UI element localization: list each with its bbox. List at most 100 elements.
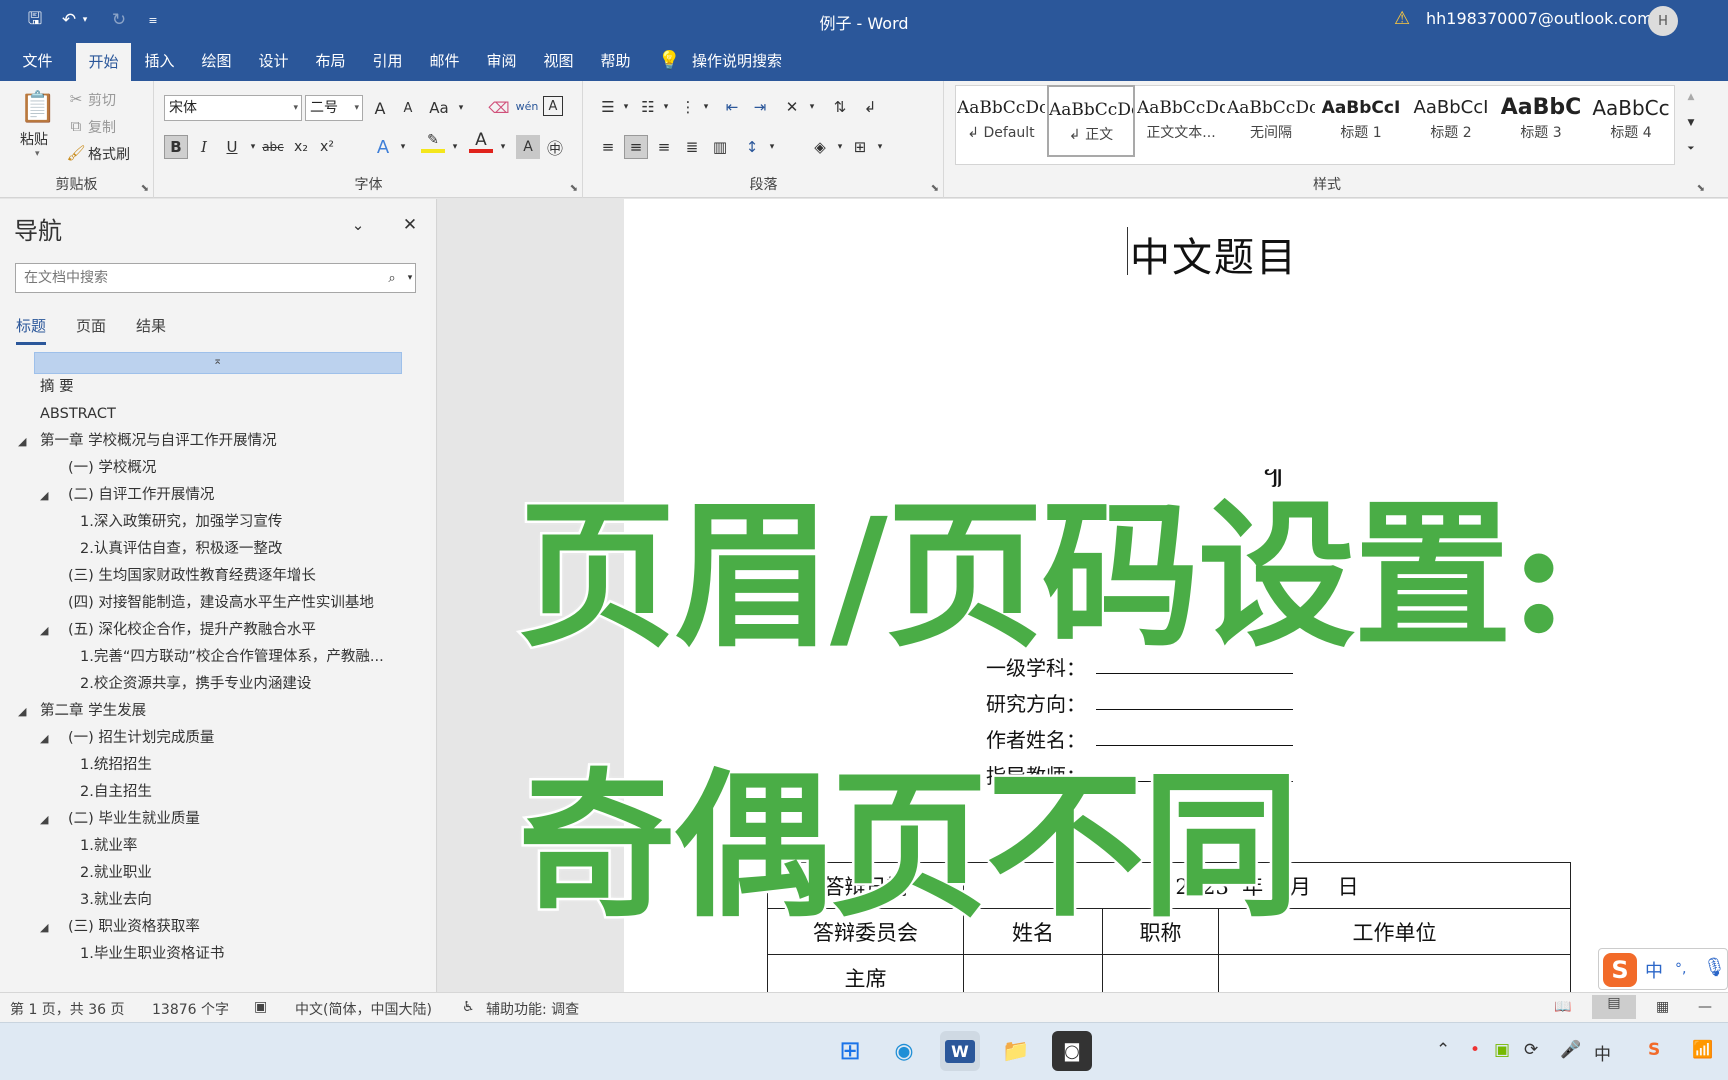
file-explorer-icon[interactable]: 📁 (996, 1031, 1036, 1071)
sync-icon[interactable]: ⟳ (1524, 1040, 1538, 1060)
cut-button[interactable]: 剪切 (88, 90, 116, 110)
grow-font-icon[interactable]: A (368, 96, 392, 120)
numbering-dropdown-icon[interactable]: ▾ (654, 95, 678, 119)
print-layout-icon[interactable]: ▤ (1592, 995, 1636, 1019)
proofing-icon[interactable]: ▣ (254, 999, 267, 1015)
phonetic-guide-icon[interactable]: wén (515, 94, 539, 118)
font-color-dropdown-icon[interactable]: ▾ (491, 135, 515, 159)
expand-triangle-icon[interactable]: ◢ (40, 482, 48, 509)
close-icon[interactable]: ✕ (398, 213, 422, 237)
nav-heading-item[interactable]: 1.统招招生 (0, 752, 430, 779)
font-name-box[interactable]: 宋体 ▾ (164, 95, 302, 121)
font-color-icon[interactable]: A (469, 130, 493, 153)
copy-button[interactable]: 复制 (88, 117, 116, 137)
bold-icon[interactable]: B (164, 135, 188, 159)
nav-tab-results[interactable]: 结果 (136, 315, 166, 336)
expand-triangle-icon[interactable]: ◢ (40, 914, 48, 941)
tab-view[interactable]: 视图 (531, 41, 586, 81)
borders-dropdown-icon[interactable]: ▾ (868, 135, 892, 159)
nav-heading-item[interactable]: 2.自主招生 (0, 779, 430, 806)
ime-lang[interactable]: 中 (1645, 957, 1663, 983)
sort-icon[interactable]: ⇅ (828, 95, 852, 119)
sogou-tray-icon[interactable]: S (1648, 1040, 1660, 1060)
nav-options-chevron-icon[interactable]: ⌄ (346, 213, 370, 237)
align-center-icon[interactable]: ≡ (624, 135, 648, 159)
edge-browser-icon[interactable]: ◉ (884, 1031, 924, 1071)
nav-heading-item[interactable]: 1.毕业生职业资格证书 (0, 941, 430, 968)
tray-chevron-icon[interactable]: ⌃ (1436, 1040, 1450, 1060)
nav-heading-item[interactable]: 1.深入政策研究，加强学习宣传 (0, 509, 430, 536)
clipboard-launcher-icon[interactable]: ⬊ (141, 183, 149, 194)
nav-heading-item[interactable]: (四) 对接智能制造，建设高水平生产性实训基地 (0, 590, 430, 617)
nvidia-icon[interactable]: ▣ (1494, 1040, 1510, 1060)
strikethrough-icon[interactable]: abc (261, 135, 285, 159)
nav-heading-item[interactable]: 2.校企资源共享，携手专业内涵建设 (0, 671, 430, 698)
nav-heading-item[interactable]: 3.就业去向 (0, 887, 430, 914)
expand-triangle-icon[interactable]: ◢ (40, 806, 48, 833)
multilevel-dropdown-icon[interactable]: ▾ (694, 95, 718, 119)
nav-heading-item[interactable]: ◢ 第一章 学校概况与自评工作开展情况 (0, 428, 430, 455)
line-spacing-dropdown-icon[interactable]: ▾ (760, 135, 784, 159)
style-normal[interactable]: AaBbCcDc ↲ 正文 (1047, 85, 1135, 157)
style-heading-4[interactable]: AaBbCc 标题 4 (1587, 85, 1675, 157)
change-case-icon[interactable]: Aa (427, 96, 451, 120)
tab-insert[interactable]: 插入 (132, 41, 187, 81)
clear-format-icon[interactable]: ⌫ (487, 96, 511, 120)
style-heading-3[interactable]: AaBbC 标题 3 (1497, 85, 1585, 157)
italic-icon[interactable]: I (192, 135, 216, 159)
nav-heading-item[interactable]: ABSTRACT (0, 401, 430, 428)
web-layout-icon[interactable]: ▦ (1656, 999, 1669, 1015)
nav-tab-pages[interactable]: 页面 (76, 315, 106, 336)
tab-design[interactable]: 设计 (246, 41, 301, 81)
zoom-out-icon[interactable]: — (1698, 999, 1712, 1015)
font-name-dropdown-icon[interactable]: ▾ (293, 96, 298, 120)
show-marks-icon[interactable]: ↲ (858, 95, 882, 119)
enclose-characters-icon[interactable]: ㊥ (543, 135, 567, 159)
paste-button[interactable]: 粘贴 (20, 129, 48, 149)
style-no-spacing[interactable]: AaBbCcDc 无间隔 (1227, 85, 1315, 157)
nav-heading-item[interactable]: ◢ (五) 深化校企合作，提升产教融合水平 (0, 617, 430, 644)
bullets-dropdown-icon[interactable]: ▾ (614, 95, 638, 119)
field-research[interactable]: 研究方向： (986, 688, 1086, 717)
asian-layout-dropdown-icon[interactable]: ▾ (800, 95, 824, 119)
distributed-icon[interactable]: ▥ (708, 135, 732, 159)
wifi-icon[interactable]: 📶 (1692, 1040, 1713, 1060)
nav-heading-item[interactable]: ◢ (一) 招生计划完成质量 (0, 725, 430, 752)
tray-ime[interactable]: 中 (1594, 1040, 1611, 1065)
document-title[interactable]: 中文题目 (1130, 225, 1298, 283)
tab-help[interactable]: 帮助 (588, 41, 643, 81)
nav-heading-item[interactable]: (三) 生均国家财政性教育经费逐年增长 (0, 563, 430, 590)
align-left-icon[interactable]: ≡ (596, 135, 620, 159)
font-launcher-icon[interactable]: ⬊ (570, 183, 578, 194)
nav-heading-item[interactable]: ◢ (三) 职业资格获取率 (0, 914, 430, 941)
microphone-icon[interactable]: 🎙 (1703, 957, 1726, 978)
nav-heading-item[interactable]: ◢ 第二章 学生发展 (0, 698, 430, 725)
expand-triangle-icon[interactable]: ◢ (40, 725, 48, 752)
text-effects-dropdown-icon[interactable]: ▾ (391, 135, 415, 159)
selected-heading[interactable]: ⌅ (34, 352, 402, 374)
highlight-dropdown-icon[interactable]: ▾ (443, 135, 467, 159)
nav-heading-item[interactable]: 摘 要 (0, 374, 430, 401)
styles-more-icon[interactable]: ⏷ (1679, 137, 1703, 161)
nav-tab-headings[interactable]: 标题 (16, 315, 47, 345)
nav-heading-item[interactable]: (一) 学校概况 (0, 455, 430, 482)
tab-references[interactable]: 引用 (360, 41, 415, 81)
lightbulb-icon[interactable]: 💡 (658, 50, 680, 71)
justify-icon[interactable]: ≣ (680, 135, 704, 159)
nav-heading-item[interactable]: 1.就业率 (0, 833, 430, 860)
tell-me-search[interactable]: 操作说明搜索 (692, 41, 792, 81)
styles-launcher-icon[interactable]: ⬊ (1697, 183, 1705, 194)
tab-layout[interactable]: 布局 (303, 41, 358, 81)
styles-scroll-up-icon[interactable]: ▲ (1679, 85, 1703, 109)
decrease-indent-icon[interactable]: ⇤ (720, 95, 744, 119)
character-border-icon[interactable]: A (543, 96, 563, 116)
word-app-icon[interactable]: W (940, 1031, 980, 1071)
expand-triangle-icon[interactable]: ◢ (18, 428, 26, 455)
tab-review[interactable]: 审阅 (474, 41, 529, 81)
page-count[interactable]: 第 1 页，共 36 页 (10, 999, 125, 1019)
subscript-icon[interactable]: x₂ (289, 135, 313, 159)
nav-heading-item[interactable]: 2.认真评估自查，积极逐一整改 (0, 536, 430, 563)
tab-file[interactable]: 文件 (10, 41, 65, 81)
superscript-icon[interactable]: x² (315, 135, 339, 159)
paragraph-launcher-icon[interactable]: ⬊ (931, 183, 939, 194)
